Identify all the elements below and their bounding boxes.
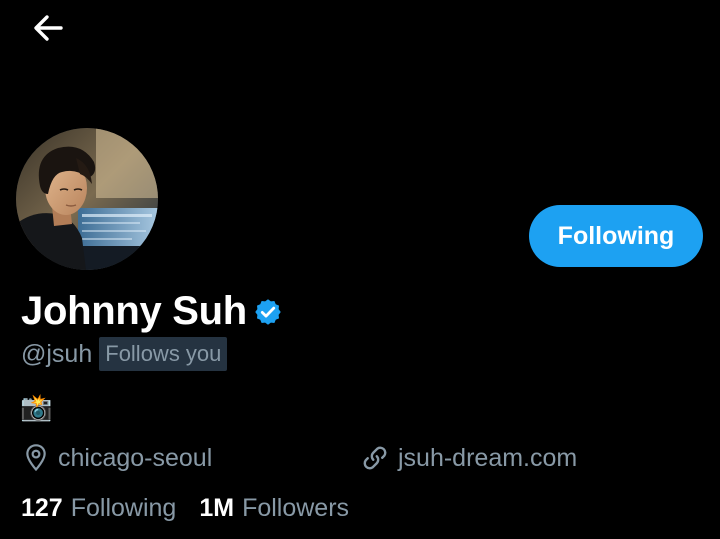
- profile-meta-row: chicago-seoul jsuh-dream.com: [0, 441, 720, 477]
- display-name-row: Johnny Suh: [21, 289, 283, 334]
- website-text: jsuh-dream.com: [398, 443, 578, 472]
- following-button[interactable]: Following: [529, 205, 703, 267]
- back-button[interactable]: [26, 8, 70, 48]
- follows-you-badge: Follows you: [99, 337, 228, 371]
- handle-row: @jsuh Follows you: [21, 337, 228, 371]
- followers-stat[interactable]: 1M Followers: [199, 494, 349, 523]
- location-pin-icon: [26, 444, 46, 472]
- username-handle: @jsuh: [21, 339, 93, 368]
- follow-stats: 127 Following 1M Followers: [21, 494, 349, 523]
- display-name: Johnny Suh: [21, 289, 247, 333]
- verified-badge-icon: [255, 298, 281, 325]
- bio-text: 📸: [20, 392, 53, 422]
- following-stat[interactable]: 127 Following: [21, 494, 176, 523]
- followers-label: Followers: [242, 494, 350, 522]
- link-icon: [363, 446, 387, 470]
- profile-photo: [16, 128, 158, 270]
- avatar[interactable]: [16, 128, 158, 270]
- arrow-left-icon: [34, 15, 63, 41]
- location-item: chicago-seoul: [22, 443, 212, 473]
- following-count: 127: [21, 494, 63, 522]
- following-label: Following: [70, 494, 177, 522]
- followers-count: 1M: [199, 494, 235, 522]
- website-link[interactable]: jsuh-dream.com: [360, 443, 577, 473]
- location-text: chicago-seoul: [58, 443, 213, 472]
